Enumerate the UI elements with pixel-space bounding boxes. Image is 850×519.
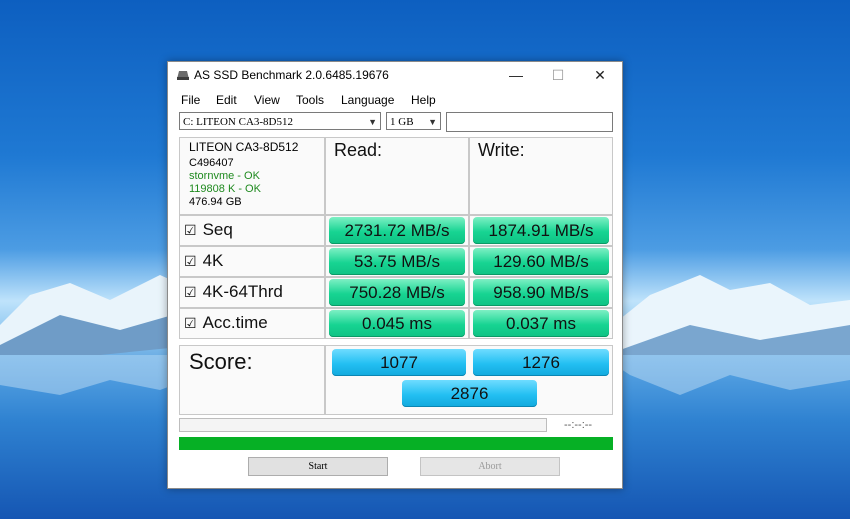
checkbox-checked-icon[interactable]: ☑ bbox=[184, 253, 197, 269]
chevron-down-icon: ▼ bbox=[368, 117, 377, 127]
result-value: 129.60 MB/s bbox=[473, 248, 609, 275]
close-button[interactable]: ✕ bbox=[578, 62, 622, 88]
result-value: 2731.72 MB/s bbox=[329, 217, 465, 244]
4k64-read-cell: 750.28 MB/s bbox=[325, 277, 469, 308]
menu-view[interactable]: View bbox=[254, 93, 280, 107]
write-header: Write: bbox=[469, 137, 613, 215]
as-ssd-window: AS SSD Benchmark 2.0.6485.19676 — ☐ ✕ Fi… bbox=[167, 61, 623, 489]
4k-read-cell: 53.75 MB/s bbox=[325, 246, 469, 277]
window-title: AS SSD Benchmark 2.0.6485.19676 bbox=[194, 68, 389, 82]
result-value: 53.75 MB/s bbox=[329, 248, 465, 275]
driver-status: stornvme - OK bbox=[189, 170, 260, 182]
app-drive-icon bbox=[177, 71, 189, 80]
checkbox-checked-icon[interactable]: ☑ bbox=[184, 222, 197, 238]
menu-language[interactable]: Language bbox=[341, 93, 394, 107]
menu-file[interactable]: File bbox=[181, 93, 200, 107]
4k-write-cell: 129.60 MB/s bbox=[469, 246, 613, 277]
read-header: Read: bbox=[325, 137, 469, 215]
checkbox-checked-icon[interactable]: ☑ bbox=[184, 315, 197, 331]
row-4k-64thrd[interactable]: ☑ 4K-64Thrd bbox=[179, 277, 325, 308]
score-label: Score: bbox=[179, 345, 325, 415]
title-bar[interactable]: AS SSD Benchmark 2.0.6485.19676 — ☐ ✕ bbox=[168, 62, 622, 88]
result-value: 0.045 ms bbox=[329, 310, 465, 337]
row-label: Seq bbox=[202, 220, 233, 239]
row-acc-time[interactable]: ☑ Acc.time bbox=[179, 308, 325, 339]
drive-firmware: C496407 bbox=[189, 157, 234, 169]
total-score: 2876 bbox=[402, 380, 537, 407]
alignment-status: 119808 K - OK bbox=[189, 183, 261, 195]
acctime-read-cell: 0.045 ms bbox=[325, 308, 469, 339]
row-label: 4K-64Thrd bbox=[202, 282, 283, 301]
write-score: 1276 bbox=[473, 349, 609, 376]
seq-write-cell: 1874.91 MB/s bbox=[469, 215, 613, 246]
read-score: 1077 bbox=[332, 349, 466, 376]
overall-progress-bar bbox=[179, 437, 613, 450]
elapsed-time: --:--:-- bbox=[564, 419, 593, 431]
score-panel: 1077 1276 2876 bbox=[325, 345, 613, 415]
drive-model: LITEON CA3-8D512 bbox=[189, 140, 299, 154]
drive-select[interactable]: C: LITEON CA3-8D512 ▼ bbox=[179, 112, 381, 130]
size-select[interactable]: 1 GB ▼ bbox=[386, 112, 441, 130]
minimize-button[interactable]: — bbox=[494, 62, 538, 88]
drive-capacity: 476.94 GB bbox=[189, 196, 242, 208]
seq-read-cell: 2731.72 MB/s bbox=[325, 215, 469, 246]
row-label: 4K bbox=[202, 251, 224, 270]
start-button[interactable]: Start bbox=[248, 457, 388, 476]
name-text-field[interactable] bbox=[446, 112, 613, 132]
drive-info-panel: LITEON CA3-8D512 C496407 stornvme - OK 1… bbox=[179, 137, 325, 215]
acctime-write-cell: 0.037 ms bbox=[469, 308, 613, 339]
maximize-button[interactable]: ☐ bbox=[536, 62, 580, 88]
row-label: Acc.time bbox=[202, 313, 268, 332]
checkbox-checked-icon[interactable]: ☑ bbox=[184, 284, 197, 300]
chevron-down-icon: ▼ bbox=[428, 117, 437, 127]
menu-tools[interactable]: Tools bbox=[296, 93, 324, 107]
result-value: 1874.91 MB/s bbox=[473, 217, 609, 244]
drive-select-value: C: LITEON CA3-8D512 bbox=[183, 116, 293, 128]
overall-progress-fill bbox=[179, 437, 613, 450]
menu-help[interactable]: Help bbox=[411, 93, 436, 107]
row-seq[interactable]: ☑ Seq bbox=[179, 215, 325, 246]
menu-edit[interactable]: Edit bbox=[216, 93, 237, 107]
4k64-write-cell: 958.90 MB/s bbox=[469, 277, 613, 308]
result-value: 750.28 MB/s bbox=[329, 279, 465, 306]
abort-button[interactable]: Abort bbox=[420, 457, 560, 476]
row-4k[interactable]: ☑ 4K bbox=[179, 246, 325, 277]
result-value: 958.90 MB/s bbox=[473, 279, 609, 306]
menu-bar: File Edit View Tools Language Help bbox=[168, 90, 622, 110]
size-select-value: 1 GB bbox=[390, 116, 414, 128]
result-value: 0.037 ms bbox=[473, 310, 609, 337]
test-progress-bar bbox=[179, 418, 547, 432]
